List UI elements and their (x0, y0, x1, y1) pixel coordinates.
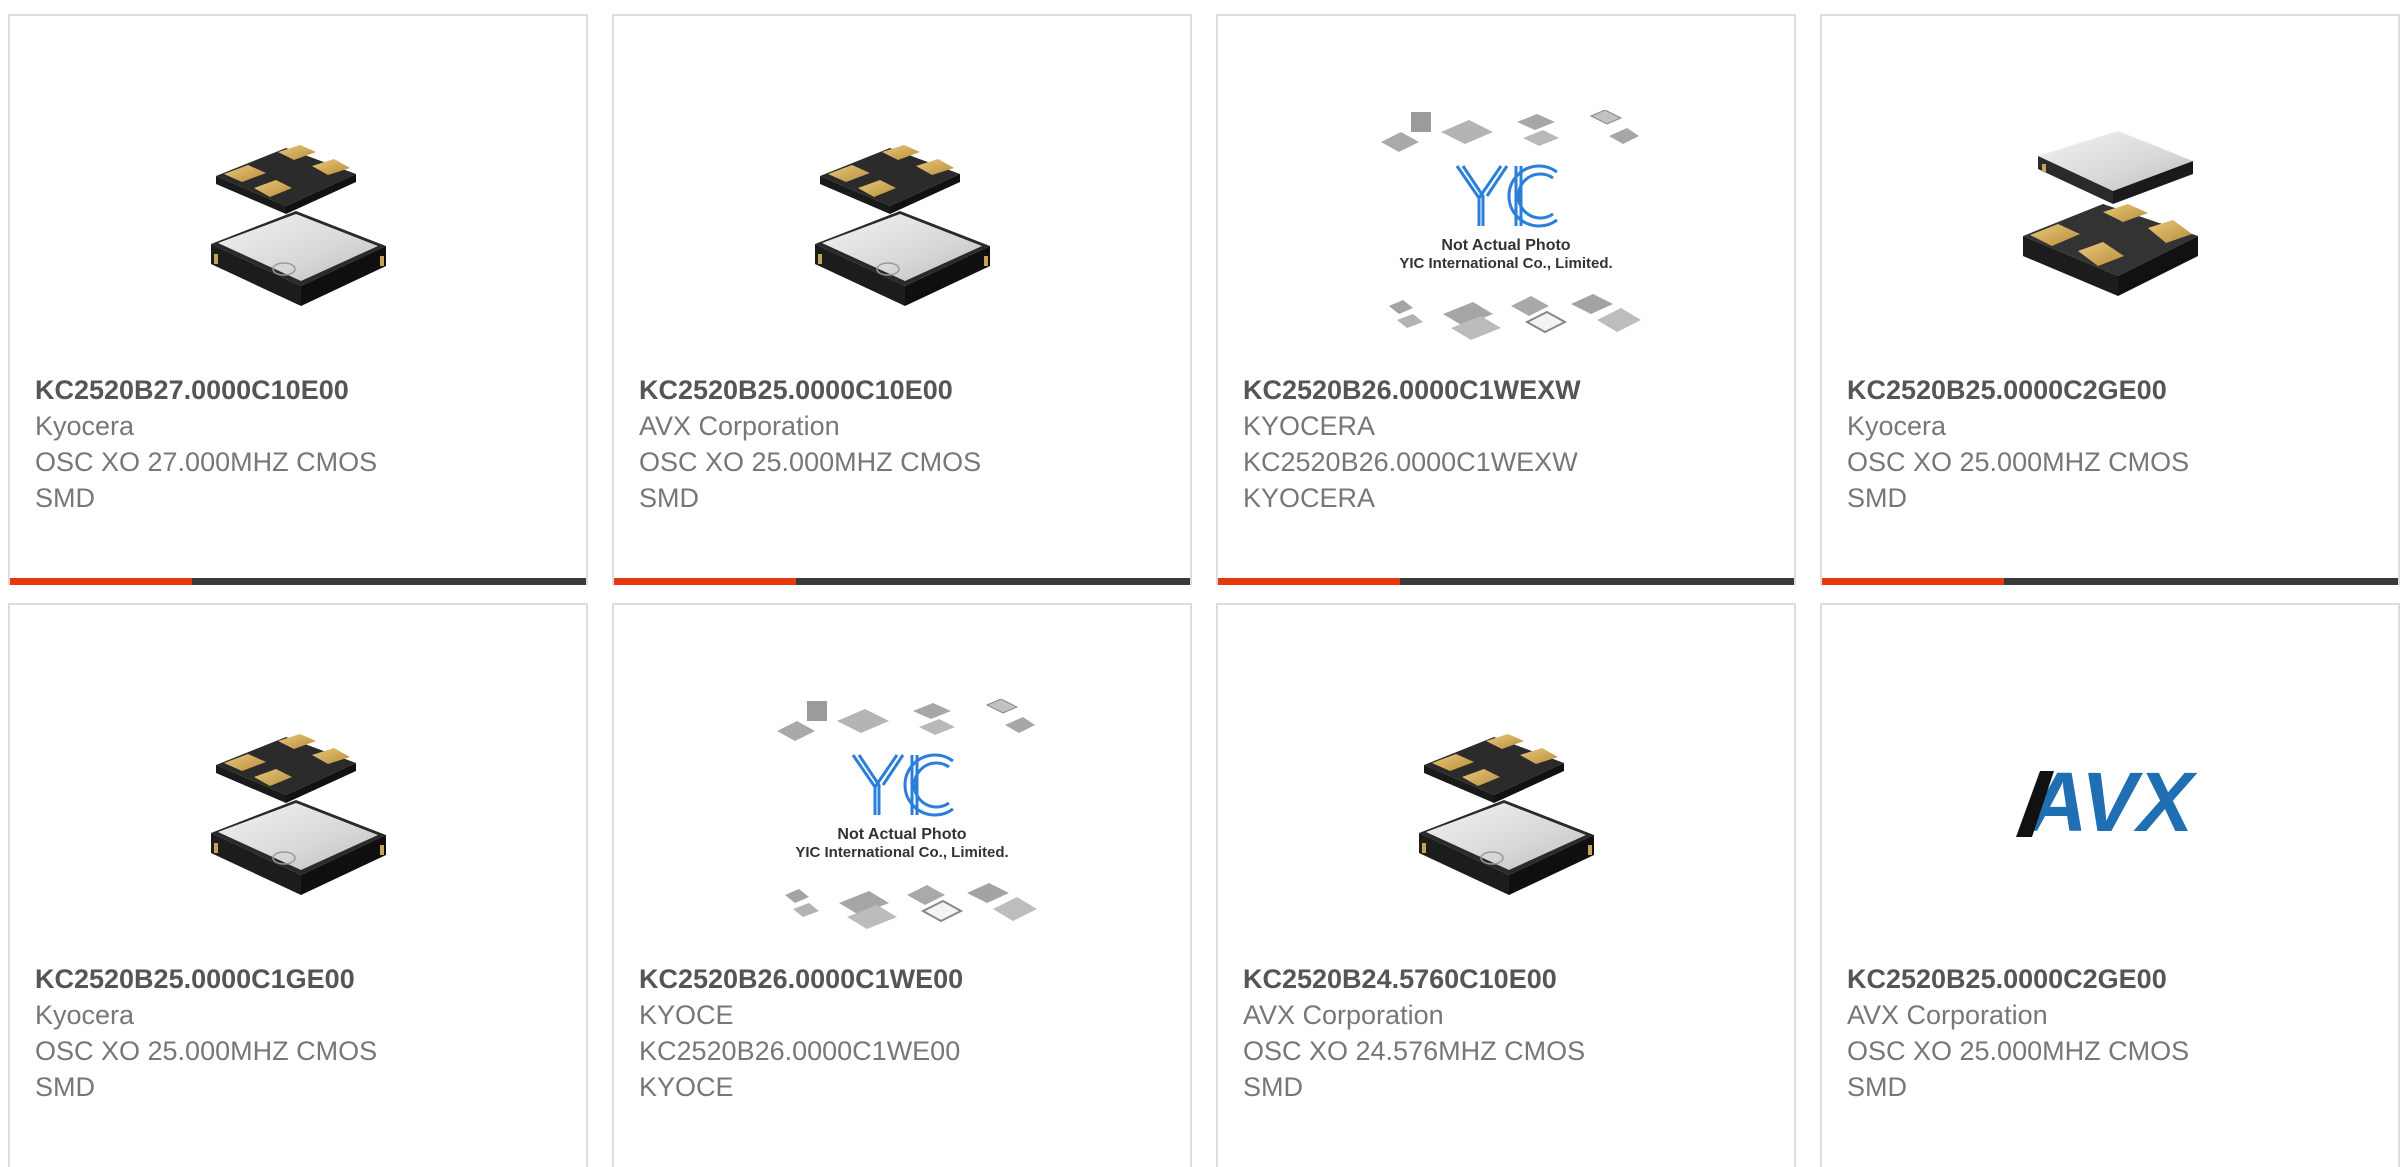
product-card[interactable]: KC2520B25.0000C1GE00 Kyocera OSC XO 25.0… (8, 603, 588, 1167)
product-image[interactable] (1822, 76, 2398, 356)
card-footer-bar (614, 578, 1190, 585)
product-card[interactable]: KC2520B25.0000C2GE00 Kyocera OSC XO 25.0… (1820, 14, 2400, 585)
package: SMD (1847, 1072, 1907, 1102)
part-number[interactable]: KC2520B27.0000C10E00 (35, 372, 566, 408)
placeholder-line2: YIC International Co., Limited. (795, 844, 1008, 861)
product-card[interactable]: Not Actual Photo YIC International Co., … (1216, 14, 1796, 585)
manufacturer: AVX Corporation (639, 411, 840, 441)
package: KYOCERA (1243, 483, 1376, 513)
product-image[interactable] (1218, 665, 1794, 945)
description: OSC XO 25.000MHZ CMOS (639, 447, 982, 477)
manufacturer: KYOCERA (1243, 411, 1376, 441)
crystal-top-pads-icon (800, 116, 1005, 316)
product-card[interactable]: Not Actual Photo YIC International Co., … (612, 603, 1192, 1167)
product-card[interactable]: KC2520B24.5760C10E00 AVX Corporation OSC… (1216, 603, 1796, 1167)
placeholder-line1: Not Actual Photo (837, 826, 966, 843)
manufacturer: Kyocera (1847, 411, 1947, 441)
manufacturer: AVX Corporation (1847, 1000, 2048, 1030)
description: OSC XO 25.000MHZ CMOS (35, 1036, 378, 1066)
package: SMD (1847, 483, 1907, 513)
product-image[interactable] (614, 76, 1190, 356)
description: OSC XO 25.000MHZ CMOS (1847, 1036, 2190, 1066)
product-card[interactable]: KC2520B25.0000C10E00 AVX Corporation OSC… (612, 14, 1192, 585)
description: OSC XO 27.000MHZ CMOS (35, 447, 378, 477)
crystal-top-pads-icon (196, 116, 401, 316)
part-number[interactable]: KC2520B25.0000C1GE00 (35, 961, 566, 997)
product-card[interactable]: AVX KC2520B25.0000C2GE00 AVX Corporation… (1820, 603, 2400, 1167)
card-accent (614, 578, 796, 585)
part-number[interactable]: KC2520B26.0000C1WE00 (639, 961, 1170, 997)
card-footer-bar (1218, 578, 1794, 585)
package: SMD (639, 483, 699, 513)
product-image[interactable] (10, 76, 586, 356)
card-accent (10, 578, 192, 585)
product-image[interactable]: Not Actual Photo YIC International Co., … (614, 689, 1190, 949)
crystal-top-pads-icon (196, 705, 401, 905)
not-actual-photo-placeholder: Not Actual Photo YIC International Co., … (1371, 110, 1641, 350)
description: OSC XO 24.576MHZ CMOS (1243, 1036, 1586, 1066)
card-accent (1822, 578, 2004, 585)
part-number[interactable]: KC2520B25.0000C2GE00 (1847, 372, 2378, 408)
manufacturer: Kyocera (35, 411, 135, 441)
placeholder-line2: YIC International Co., Limited. (1399, 255, 1612, 272)
description: KC2520B26.0000C1WEXW (1243, 447, 1578, 477)
card-footer-bar (1822, 578, 2398, 585)
product-image[interactable]: Not Actual Photo YIC International Co., … (1218, 100, 1794, 360)
card-footer-bar (10, 578, 586, 585)
not-actual-photo-placeholder: Not Actual Photo YIC International Co., … (767, 699, 1037, 939)
package: SMD (35, 483, 95, 513)
part-number[interactable]: KC2520B25.0000C10E00 (639, 372, 1170, 408)
manufacturer: AVX Corporation (1243, 1000, 1444, 1030)
placeholder-line1: Not Actual Photo (1441, 237, 1570, 254)
crystal-top-pads-icon (1404, 705, 1609, 905)
product-card[interactable]: KC2520B27.0000C10E00 Kyocera OSC XO 27.0… (8, 14, 588, 585)
package: SMD (1243, 1072, 1303, 1102)
manufacturer: Kyocera (35, 1000, 135, 1030)
card-accent (1218, 578, 1400, 585)
part-number[interactable]: KC2520B25.0000C2GE00 (1847, 961, 2378, 997)
package: KYOCE (639, 1072, 734, 1102)
product-image[interactable]: AVX (1822, 665, 2398, 945)
manufacturer: KYOCE (639, 1000, 734, 1030)
part-number[interactable]: KC2520B26.0000C1WEXW (1243, 372, 1774, 408)
product-image[interactable] (10, 665, 586, 945)
package: SMD (35, 1072, 95, 1102)
description: KC2520B26.0000C1WE00 (639, 1036, 961, 1066)
crystal-bottom-pads-icon (2008, 116, 2213, 316)
part-number[interactable]: KC2520B24.5760C10E00 (1243, 961, 1774, 997)
avx-logo: AVX (2010, 765, 2210, 845)
product-grid: KC2520B27.0000C10E00 Kyocera OSC XO 27.0… (0, 0, 2400, 1167)
description: OSC XO 25.000MHZ CMOS (1847, 447, 2190, 477)
